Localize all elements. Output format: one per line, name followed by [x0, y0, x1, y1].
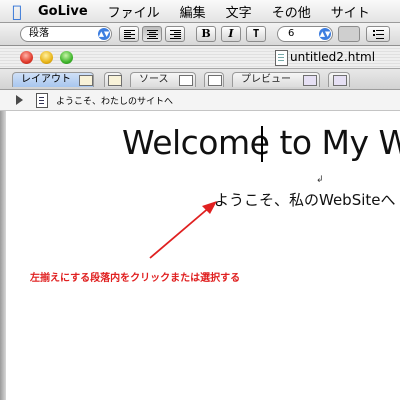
menu-bar:  GoLive ファイル 編集 文字 その他 サイト: [0, 0, 400, 23]
align-left-icon: [123, 30, 135, 39]
align-right-icon: [169, 30, 181, 39]
annotation-callout: 左揃えにする段落内をクリックまたは選択する: [30, 273, 241, 284]
tab-outline[interactable]: [204, 72, 224, 87]
page-icon: [36, 93, 48, 108]
align-center-button[interactable]: [142, 26, 162, 42]
menu-edit[interactable]: 編集: [170, 2, 216, 21]
document-window: untitled2.html レイアウト ソース プレビュー ようこそ、わたしの…: [0, 46, 400, 400]
font-size-select[interactable]: 6 ▲▼: [277, 26, 333, 42]
tab-frame[interactable]: [104, 72, 122, 87]
menu-special[interactable]: その他: [262, 2, 321, 21]
zoom-button[interactable]: [60, 51, 73, 64]
outline-icon: [208, 75, 222, 86]
close-button[interactable]: [20, 51, 33, 64]
align-right-button[interactable]: [165, 26, 185, 42]
italic-button[interactable]: I: [221, 26, 241, 42]
html-document-icon: [275, 50, 288, 66]
layout-icon: [79, 75, 93, 86]
chevron-down-icon: ▲▼: [98, 28, 110, 40]
paragraph-format-select[interactable]: 段落 ▲▼: [20, 26, 112, 42]
font-size-value: 6: [288, 28, 295, 39]
minimize-button[interactable]: [40, 51, 53, 64]
menu-golive[interactable]: GoLive: [28, 4, 98, 19]
teletype-button[interactable]: T: [246, 26, 266, 42]
tab-layout-label: レイアウト: [21, 74, 71, 85]
frame-icon: [108, 75, 122, 86]
tab-preview-label: プレビュー: [241, 74, 291, 85]
menu-site[interactable]: サイト: [321, 2, 380, 21]
layout-editor[interactable]: Welcome to My We ↲ ようこそ、私のWebSiteへ 左揃えにす…: [6, 111, 400, 400]
text-color-well[interactable]: [338, 26, 360, 42]
page-title[interactable]: ようこそ、わたしのサイトへ: [56, 94, 173, 107]
menu-file[interactable]: ファイル: [98, 2, 170, 21]
annotation-arrow: [149, 201, 217, 259]
bold-button[interactable]: B: [196, 26, 216, 42]
apple-menu-icon[interactable]: : [6, 2, 28, 21]
list-icon: [372, 30, 384, 39]
preview-icon: [303, 75, 317, 86]
align-left-button[interactable]: [119, 26, 139, 42]
window-titlebar[interactable]: untitled2.html: [0, 46, 400, 69]
view-tab-bar: レイアウト ソース プレビュー: [0, 69, 400, 119]
pdf-preview-icon: [333, 75, 347, 86]
source-icon: [179, 75, 193, 86]
list-button[interactable]: [366, 26, 390, 42]
align-center-icon: [146, 30, 158, 39]
tab-layout[interactable]: レイアウト: [12, 72, 94, 87]
menu-type[interactable]: 文字: [216, 2, 262, 21]
tab-pdf-preview[interactable]: [328, 72, 350, 87]
tab-source[interactable]: ソース: [130, 72, 196, 87]
disclosure-triangle-icon[interactable]: [16, 95, 23, 105]
chevron-down-icon: ▲▼: [319, 28, 331, 40]
page-head-section: ようこそ、わたしのサイトへ: [0, 90, 400, 111]
tab-preview[interactable]: プレビュー: [232, 72, 320, 87]
paragraph-format-value: 段落: [29, 28, 49, 39]
window-title: untitled2.html: [290, 50, 376, 64]
toolbar: 段落 ▲▼ B I T 6 ▲▼: [0, 23, 400, 46]
tab-source-label: ソース: [139, 74, 169, 85]
